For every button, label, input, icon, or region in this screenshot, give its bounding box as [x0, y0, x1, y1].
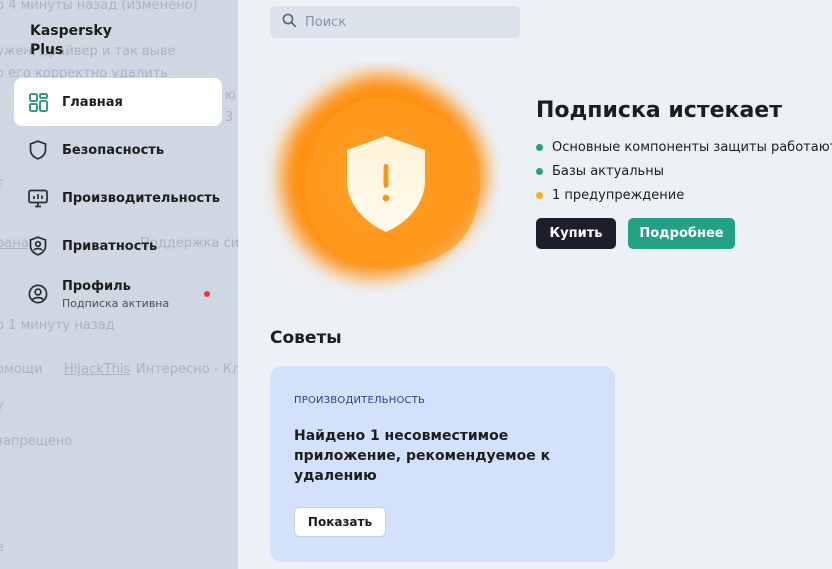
- status-item-text: 1 предупреждение: [552, 187, 685, 203]
- status-ok-dot: [536, 167, 543, 175]
- search-icon: [282, 13, 297, 32]
- ghost-line: о 1 минуту назад: [0, 318, 115, 333]
- sidebar-item-profile[interactable]: Профиль Подписка активна: [14, 270, 222, 318]
- tips-section-title: Советы: [270, 328, 342, 348]
- tip-message: Найдено 1 несовместимое приложение, реко…: [294, 428, 551, 484]
- sidebar-item-label: Профиль: [62, 278, 131, 294]
- warning-hero-illustration: [260, 62, 500, 292]
- details-button[interactable]: Подробнее: [628, 218, 735, 249]
- ghost-line: запрещено: [0, 434, 73, 449]
- monitor-icon: [28, 188, 48, 208]
- status-ok-dot: [536, 143, 543, 151]
- ghost-line: 3: [225, 110, 234, 125]
- sidebar: о 4 минуты назад (изменено) ужен, драйве…: [0, 0, 238, 569]
- shield-icon: [28, 140, 48, 160]
- sidebar-item-privacy[interactable]: Приватность: [14, 222, 222, 270]
- protection-status-list: Основные компоненты защиты работают Базы…: [536, 135, 832, 207]
- sidebar-item-label: Производительность: [62, 190, 221, 206]
- ghost-line: е: [0, 540, 4, 555]
- status-item: 1 предупреждение: [536, 183, 832, 207]
- main-content: Подписка истекает Основные компоненты за…: [238, 0, 832, 569]
- ghost-line: о 4 минуты назад (изменено): [0, 0, 198, 13]
- subscription-status-label: Подписка активна: [62, 296, 170, 310]
- app-brand: Kaspersky Plus: [30, 23, 112, 58]
- ghost-line: т: [0, 176, 4, 191]
- status-item: Основные компоненты защиты работают: [536, 135, 832, 159]
- subscription-status-title: Подписка истекает: [536, 98, 782, 123]
- ghost-line: у: [0, 398, 4, 413]
- tip-category: ПРОИЗВОДИТЕЛЬНОСТЬ: [294, 395, 426, 406]
- home-grid-icon: [28, 92, 48, 112]
- search-input[interactable]: [305, 14, 505, 30]
- search-bar[interactable]: [270, 6, 520, 38]
- sidebar-item-performance[interactable]: Производительность: [14, 174, 222, 222]
- ghost-line: ю: [225, 88, 236, 103]
- status-item-text: Основные компоненты защиты работают: [552, 139, 832, 155]
- sidebar-item-label: Главная: [62, 94, 123, 110]
- buy-button[interactable]: Купить: [536, 218, 616, 249]
- privacy-shield-icon: [28, 236, 48, 256]
- status-item: Базы актуальны: [536, 159, 832, 183]
- sidebar-item-home[interactable]: Главная: [14, 78, 222, 126]
- user-icon: [28, 284, 48, 304]
- ghost-line: омощи: [0, 362, 43, 377]
- sidebar-item-label: Безопасность: [62, 142, 165, 158]
- show-button[interactable]: Показать: [294, 507, 386, 537]
- status-warning-dot: [536, 191, 543, 199]
- ghost-line: HijackThis: [64, 362, 131, 377]
- profile-text: Профиль Подписка активна: [62, 279, 169, 310]
- notification-badge: [204, 291, 210, 297]
- sidebar-item-security[interactable]: Безопасность: [14, 126, 222, 174]
- sidebar-item-label: Приватность: [62, 238, 158, 254]
- tip-card: ПРОИЗВОДИТЕЛЬНОСТЬ Найдено 1 несовместим…: [270, 366, 615, 562]
- status-item-text: Базы актуальны: [552, 163, 664, 179]
- ghost-line: Интересно - Кл: [136, 362, 238, 377]
